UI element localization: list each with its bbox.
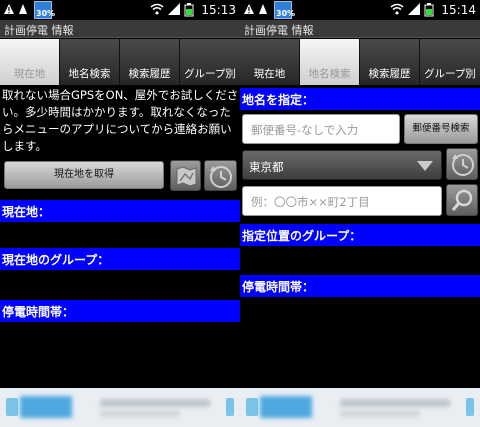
current-group-header: 現在地のグループ： [0,248,240,270]
tab-current-location[interactable]: 現在地 [240,39,300,85]
ad-banner[interactable] [0,388,240,427]
get-location-button[interactable]: 現在地を取得 [4,161,164,189]
chevron-down-icon [417,161,433,171]
search-icon[interactable] [446,184,478,216]
status-bar: 30% 15:13 [0,0,240,20]
address-input[interactable]: 例：〇〇市××町2丁目 [242,186,442,216]
postal-code-input[interactable]: 郵便番号-なしで入力 [242,114,400,144]
history-icon[interactable] [446,148,478,180]
battery-icon: 30% [34,1,55,19]
tab-bar: 現在地 地名検索 検索履歴 グループ別 [240,39,480,85]
app-title: 計画停電 情報 [4,24,74,37]
tab-search-history[interactable]: 検索履歴 [360,39,420,85]
warning-icon [244,4,254,14]
right-screen: 30% 15:14 計画停電 情報 現在地 地名検索 検索履歴 グループ別 地名… [240,0,480,427]
alert-icon [19,4,27,14]
wifi-icon [150,3,164,15]
outage-time-header: 停電時間帯： [0,300,240,322]
gps-instruction-text: 取れない場合GPSをON、屋外でお試しください。多少時間はかかります。取れなくな… [2,88,239,153]
alert-icon [259,4,267,14]
battery-charge-icon [424,3,434,17]
tab-search-history[interactable]: 検索履歴 [120,39,180,85]
tab-current-location[interactable]: 現在地 [0,39,60,85]
prefecture-select[interactable]: 東京都 [242,150,442,180]
status-time: 15:14 [441,3,476,17]
tab-by-group[interactable]: グループ別 [420,39,480,85]
wifi-icon [390,3,404,15]
tab-bar: 現在地 地名検索 検索履歴 グループ別 [0,39,240,85]
status-bar: 30% 15:14 [240,0,480,20]
postal-search-button[interactable]: 郵便番号検索 [404,114,478,144]
tab-place-search[interactable]: 地名検索 [60,39,120,85]
battery-icon: 30% [274,1,295,19]
place-header: 地名を指定： [240,88,480,110]
history-icon[interactable] [204,160,237,191]
map-icon[interactable] [170,160,201,191]
tab-place-search[interactable]: 地名検索 [300,39,360,85]
assigned-group-header: 指定位置のグループ： [240,224,480,246]
tab-by-group[interactable]: グループ別 [180,39,240,85]
status-time: 15:13 [201,3,236,17]
current-location-header: 現在地： [0,200,240,222]
outage-time-header: 停電時間帯： [240,275,480,297]
app-title-bar: 計画停電 情報 [0,20,240,38]
app-title-bar: 計画停電 情報 [240,20,480,38]
signal-icon [168,3,180,15]
battery-charge-icon [184,3,194,17]
warning-icon [4,4,14,14]
signal-icon [408,3,420,15]
left-screen: 30% 15:13 計画停電 情報 現在地 地名検索 検索履歴 グループ別 取れ… [0,0,240,427]
ad-banner[interactable] [240,388,480,427]
app-title: 計画停電 情報 [244,24,314,37]
